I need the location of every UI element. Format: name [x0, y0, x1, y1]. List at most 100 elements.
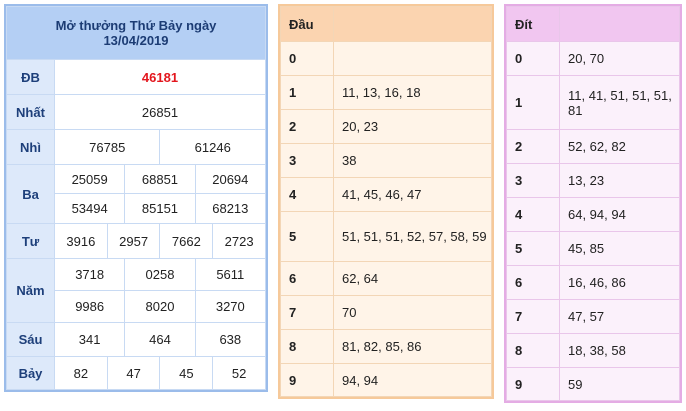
- tail-digit: 1: [506, 75, 560, 130]
- prize-row-tu: Tư 3916 2957 7662 2723: [6, 223, 266, 259]
- head-values: 70: [333, 295, 492, 330]
- tail-values: 18, 38, 58: [559, 333, 680, 368]
- tail-digit: 9: [506, 367, 560, 401]
- prize-label-nhi: Nhì: [6, 129, 55, 165]
- table-row: 8 18, 38, 58: [506, 333, 680, 368]
- head-values: [333, 41, 492, 76]
- table-row: 2 52, 62, 82: [506, 129, 680, 164]
- prize-value-nam: 5611: [194, 258, 267, 291]
- prize-value-ba: 68851: [124, 164, 196, 194]
- tail-digit: 7: [506, 299, 560, 334]
- prize-label-sau: Sáu: [6, 322, 55, 357]
- prize-value-bay: 82: [54, 356, 108, 390]
- prize-value-sau: 638: [194, 322, 267, 357]
- table-row: 9 59: [506, 367, 680, 401]
- prize-value-tu: 2957: [106, 223, 161, 259]
- prize-value-ba: 25059: [53, 164, 126, 194]
- tail-digit: 6: [506, 265, 560, 300]
- tail-values: 11, 41, 51, 51, 51, 81: [559, 75, 680, 130]
- table-row: 3 38: [280, 143, 492, 178]
- tail-values: 45, 85: [559, 231, 680, 266]
- prize-label-tu: Tư: [6, 223, 55, 259]
- results-date: 13/04/2019: [103, 33, 169, 48]
- table-row: 0 20, 70: [506, 41, 680, 76]
- prize-value-bay: 45: [159, 356, 214, 390]
- prize-value-ba: 20694: [194, 164, 267, 194]
- table-row: 5 51, 51, 51, 52, 57, 58, 59: [280, 211, 492, 262]
- prize-value-nam: 3270: [194, 290, 267, 323]
- table-row: 4 64, 94, 94: [506, 197, 680, 232]
- tail-values: 52, 62, 82: [559, 129, 680, 164]
- table-row: 1 11, 13, 16, 18: [280, 75, 492, 110]
- table-row: 2 20, 23: [280, 109, 492, 144]
- prize-value-sau: 464: [124, 322, 196, 357]
- tail-digit: 5: [506, 231, 560, 266]
- prize-value-nhi: 61246: [159, 129, 266, 165]
- tail-values: 59: [559, 367, 680, 401]
- tail-digit: 2: [506, 129, 560, 164]
- lottery-results-table: Mở thưởng Thứ Bảy ngày 13/04/2019 ĐB 461…: [4, 4, 268, 392]
- table-row: 1 11, 41, 51, 51, 51, 81: [506, 75, 680, 130]
- tail-values: 20, 70: [559, 41, 680, 76]
- head-digit: 6: [280, 261, 334, 296]
- table-row: 4 41, 45, 46, 47: [280, 177, 492, 212]
- head-digit: 9: [280, 363, 334, 397]
- prize-row-bay: Bảy 82 47 45 52: [6, 356, 266, 390]
- head-digit: 4: [280, 177, 334, 212]
- prize-value-db: 46181: [54, 59, 266, 95]
- results-title-line1: Mở thưởng Thứ Bảy ngày: [55, 18, 217, 33]
- table-row: 6 62, 64: [280, 261, 492, 296]
- head-values: 62, 64: [333, 261, 492, 296]
- prize-row-nhi: Nhì 76785 61246: [6, 129, 266, 165]
- prize-value-nam: 8020: [124, 290, 196, 323]
- tail-digit: 8: [506, 333, 560, 368]
- head-values: 51, 51, 51, 52, 57, 58, 59: [333, 211, 492, 262]
- prize-value-tu: 2723: [212, 223, 266, 259]
- tail-values: 47, 57: [559, 299, 680, 334]
- results-title: Mở thưởng Thứ Bảy ngày 13/04/2019: [6, 6, 266, 60]
- heads-header: Đầu: [280, 6, 334, 42]
- head-values: 20, 23: [333, 109, 492, 144]
- head-digit: 5: [280, 211, 334, 262]
- head-values: 81, 82, 85, 86: [333, 329, 492, 364]
- prize-value-tu: 7662: [159, 223, 214, 259]
- prize-row-nam: Năm 3718 0258 5611: [6, 258, 267, 323]
- prize-row-ba: Ba 25059 68851 20694: [6, 164, 267, 224]
- prize-row-sau: Sáu 341 464 638: [6, 322, 267, 357]
- head-values: 94, 94: [333, 363, 492, 397]
- head-digit: 2: [280, 109, 334, 144]
- prize-label-nhat: Nhất: [6, 94, 55, 130]
- prize-label-nam: Năm: [6, 258, 55, 323]
- head-digits-table: Đầu 0 1 11, 13, 16, 18 2 20, 23 3 38 4 4…: [278, 4, 494, 399]
- head-digit: 3: [280, 143, 334, 178]
- table-row: 5 45, 85: [506, 231, 680, 266]
- head-values: 38: [333, 143, 492, 178]
- prize-value-nam: 9986: [53, 290, 126, 323]
- tail-values: 16, 46, 86: [559, 265, 680, 300]
- prize-label-ba: Ba: [6, 164, 55, 224]
- table-row: 3 13, 23: [506, 163, 680, 198]
- table-row: 0: [280, 41, 492, 76]
- prize-value-bay: 47: [106, 356, 161, 390]
- tail-values: 64, 94, 94: [559, 197, 680, 232]
- table-row: 7 70: [280, 295, 492, 330]
- head-values: 41, 45, 46, 47: [333, 177, 492, 212]
- heads-header-blank: [333, 6, 492, 42]
- prize-row-nhat: Nhất 26851: [6, 94, 266, 130]
- prize-label-bay: Bảy: [6, 356, 55, 390]
- prize-value-ba: 68213: [194, 193, 267, 224]
- tail-digit: 0: [506, 41, 560, 76]
- table-row: 9 94, 94: [280, 363, 492, 397]
- prize-value-nhi: 76785: [53, 129, 161, 165]
- prize-row-db: ĐB 46181: [6, 59, 266, 95]
- prize-label-db: ĐB: [6, 59, 55, 95]
- head-values: 11, 13, 16, 18: [333, 75, 492, 110]
- head-digit: 7: [280, 295, 334, 330]
- tail-digit: 4: [506, 197, 560, 232]
- head-digit: 8: [280, 329, 334, 364]
- prize-value-ba: 85151: [124, 193, 196, 224]
- table-row: 7 47, 57: [506, 299, 680, 334]
- prize-value-bay: 52: [212, 356, 266, 390]
- tails-header: Đít: [506, 6, 560, 42]
- prize-value-sau: 341: [53, 322, 126, 357]
